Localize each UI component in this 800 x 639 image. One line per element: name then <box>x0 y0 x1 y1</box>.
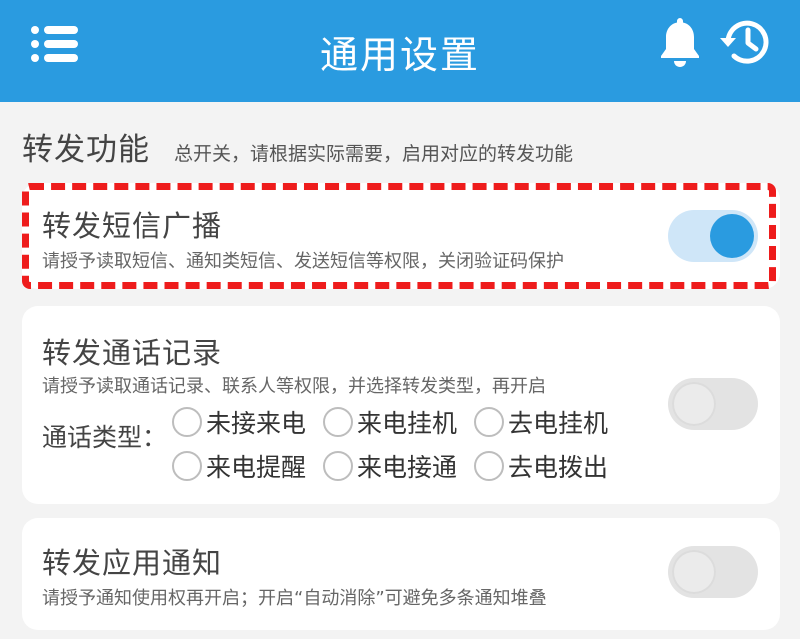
section-subtitle: 总开关，请根据实际需要，启用对应的转发功能 <box>174 143 574 165</box>
radio-label: 去电挂机 <box>508 409 609 438</box>
radio-missed-call[interactable]: 未接来电 <box>172 404 306 440</box>
radio-circle <box>172 451 202 481</box>
toggle-knob <box>672 382 716 426</box>
call-type-label: 通话类型： <box>42 423 168 452</box>
radio-circle <box>474 451 504 481</box>
radio-incoming-answered[interactable]: 来电接通 <box>323 448 457 484</box>
app-notify-card[interactable]: 转发应用通知 请授予通知使用权再开启；开启“自动消除”可避免多条通知堆叠 <box>22 518 780 630</box>
radio-circle <box>172 407 202 437</box>
page-title: 通用设置 <box>319 32 480 77</box>
toggle-knob <box>710 214 754 258</box>
radio-incoming-hangup[interactable]: 来电挂机 <box>323 404 457 440</box>
sms-forward-title: 转发短信广播 <box>42 209 223 243</box>
radio-label: 未接来电 <box>206 409 307 438</box>
radio-label: 来电挂机 <box>357 409 458 438</box>
app-bar: 通用设置 <box>0 0 800 102</box>
radio-circle <box>323 407 353 437</box>
sms-forward-card[interactable]: 转发短信广播 请授予读取短信、通知类短信、发送短信等权限，关闭验证码保护 <box>22 183 780 289</box>
app-notify-toggle[interactable] <box>668 546 758 598</box>
call-forward-card[interactable]: 转发通话记录 请授予读取通话记录、联系人等权限，并选择转发类型，再开启 通话类型… <box>22 306 780 504</box>
section-title: 转发功能 <box>22 132 150 168</box>
call-forward-toggle[interactable] <box>668 378 758 430</box>
history-icon[interactable] <box>718 16 772 68</box>
radio-circle <box>323 451 353 481</box>
radio-label: 来电接通 <box>357 453 458 482</box>
radio-circle <box>474 407 504 437</box>
call-forward-title: 转发通话记录 <box>42 336 223 370</box>
app-notify-desc: 请授予通知使用权再开启；开启“自动消除”可避免多条通知堆叠 <box>42 588 547 609</box>
call-forward-desc: 请授予读取通话记录、联系人等权限，并选择转发类型，再开启 <box>42 376 546 397</box>
radio-outgoing-hangup[interactable]: 去电挂机 <box>474 404 608 440</box>
radio-outgoing-dial[interactable]: 去电拨出 <box>474 448 608 484</box>
bell-icon[interactable] <box>658 16 702 68</box>
toggle-knob <box>672 550 716 594</box>
sms-forward-desc: 请授予读取短信、通知类短信、发送短信等权限，关闭验证码保护 <box>42 251 564 272</box>
radio-incoming-alert[interactable]: 来电提醒 <box>172 448 306 484</box>
radio-label: 来电提醒 <box>206 453 307 482</box>
app-notify-title: 转发应用通知 <box>42 546 223 580</box>
sms-forward-toggle[interactable] <box>668 210 758 262</box>
section-header: 转发功能 总开关，请根据实际需要，启用对应的转发功能 <box>22 124 573 174</box>
menu-icon[interactable] <box>30 22 80 66</box>
radio-label: 去电拨出 <box>508 453 609 482</box>
